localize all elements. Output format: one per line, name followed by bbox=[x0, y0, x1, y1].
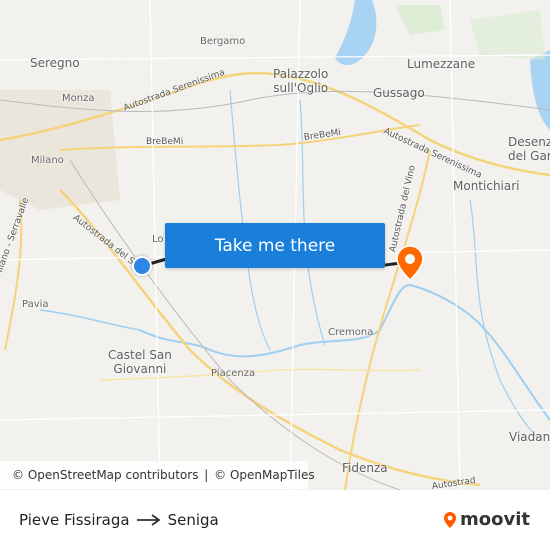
lake-garda bbox=[530, 50, 550, 130]
place-label: Gussago bbox=[373, 86, 425, 100]
place-label: Cremona bbox=[328, 327, 374, 338]
lake-iseo bbox=[335, 0, 377, 66]
osm-attribution-link[interactable]: © OpenStreetMap contributors bbox=[12, 468, 198, 482]
river-chiese bbox=[469, 199, 541, 441]
destination-pin-icon[interactable] bbox=[396, 245, 424, 281]
place-label: Fidenza bbox=[342, 461, 388, 475]
moovit-logo[interactable]: moovit bbox=[443, 509, 530, 530]
attribution-separator: | bbox=[200, 468, 213, 482]
arrow-right-icon bbox=[136, 514, 161, 526]
place-label: Montichiari bbox=[453, 179, 520, 193]
place-label: Lumezzane bbox=[407, 57, 476, 71]
river-po bbox=[139, 283, 550, 421]
place-label: Piacenza bbox=[211, 368, 256, 379]
motorway bbox=[344, 149, 431, 490]
omt-attribution-link[interactable]: © OpenMapTiles bbox=[214, 468, 314, 482]
railway bbox=[69, 159, 401, 490]
place-label: Castel San Giovanni bbox=[108, 348, 172, 376]
moovit-pin-icon bbox=[444, 511, 456, 528]
river-serio bbox=[229, 89, 271, 351]
green-area bbox=[395, 5, 445, 35]
road-label: BreBeMi bbox=[146, 137, 184, 147]
take-me-there-button[interactable]: Take me there bbox=[165, 223, 385, 268]
place-label: Milano bbox=[31, 155, 64, 166]
place-label: Monza bbox=[62, 93, 95, 104]
route-destination-label: Seniga bbox=[167, 511, 219, 529]
place-label: Lo bbox=[152, 234, 164, 245]
origin-dot-icon[interactable] bbox=[132, 256, 152, 276]
place-label: Seregno bbox=[30, 56, 80, 70]
place-label: Viadana bbox=[509, 430, 550, 444]
route-origin-label: Pieve Fissiraga bbox=[19, 511, 130, 529]
place-label: Bergamo bbox=[200, 36, 246, 47]
place-label: Pavia bbox=[22, 299, 49, 310]
map-attribution: © OpenStreetMap contributors | © OpenMap… bbox=[0, 461, 315, 489]
map-view[interactable]: Bergamo Seregno Monza Palazzolo sull'Ogl… bbox=[0, 0, 550, 490]
place-label: Palazzolo sull'Oglio bbox=[273, 67, 329, 95]
green-area bbox=[470, 10, 545, 60]
place-label: Desenz del Gar bbox=[508, 135, 550, 163]
route-footer: Pieve Fissiraga Seniga moovit bbox=[0, 490, 550, 550]
river-ticino bbox=[39, 309, 141, 331]
brand-name: moovit bbox=[460, 509, 530, 530]
